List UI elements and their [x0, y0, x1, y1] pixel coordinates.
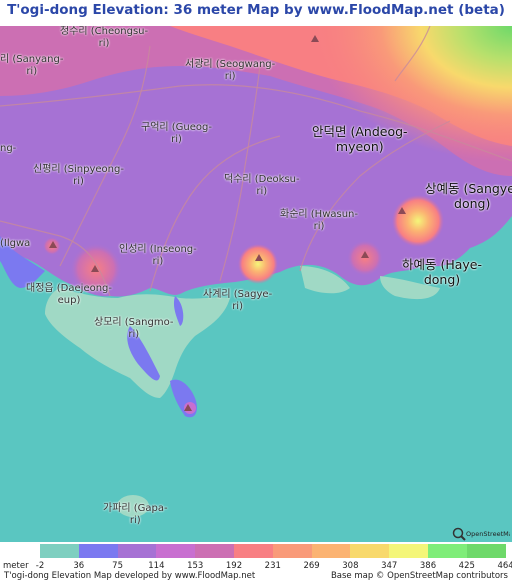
legend-swatch: [428, 544, 467, 558]
place-label-sagye: 사계리 (Sagye- ri): [203, 289, 273, 312]
legend-swatch: [466, 544, 506, 558]
legend-tick: 464: [497, 561, 512, 571]
place-label-ilgwa: (Ilgwa: [0, 238, 31, 249]
footer-attribution: Base map © OpenStreetMap contributors: [330, 571, 508, 581]
place-label-gapa: 가파리 (Gapa- ri): [103, 503, 168, 526]
footer-credit: T'ogi-dong Elevation Map developed by ww…: [4, 571, 256, 581]
osm-badge-text: OpenStreetMap: [466, 530, 510, 538]
place-label-sangmo: 상모리 (Sangmo- ri): [94, 317, 174, 340]
place-label-sangye: 상예동 (Sangye- dong): [425, 181, 512, 211]
legend-swatch: [195, 544, 235, 558]
place-label-deoksu: 덕수리 (Deoksu- ri): [224, 174, 300, 197]
legend-swatch: [311, 544, 351, 558]
legend-swatch: [350, 544, 390, 558]
legend-swatch: [156, 544, 196, 558]
legend-swatch: [117, 544, 157, 558]
northeast-highlands: [260, 26, 512, 196]
legend-tick: 231: [264, 561, 281, 571]
legend-tick: 269: [303, 561, 320, 571]
magnifier-icon: OpenStreetMap: [452, 527, 512, 541]
place-label-cheongsu: 청수리 (Cheongsu- ri): [60, 26, 149, 49]
legend-swatch: [234, 544, 273, 558]
legend-tick: 386: [419, 561, 437, 571]
place-label-sanyang: 리 (Sanyang- ri): [0, 54, 64, 77]
legend-tick: -2: [35, 561, 45, 571]
map-title: T'ogi-dong Elevation: 36 meter Map by ww…: [7, 2, 505, 18]
legend-swatch: [40, 544, 79, 558]
place-label-gueok: 구억리 (Gueog- ri): [141, 122, 212, 145]
legend-swatch: [78, 544, 118, 558]
place-label-inseong: 인성리 (Inseong- ri): [119, 244, 197, 267]
openstreetmap-badge[interactable]: OpenStreetMap: [452, 526, 512, 541]
legend-tick: 75: [112, 561, 123, 571]
legend-tick: 192: [225, 561, 243, 571]
legend-swatch: [389, 544, 429, 558]
header: T'ogi-dong Elevation: 36 meter Map by ww…: [0, 0, 512, 26]
place-label-haye: 하예동 (Haye- dong): [402, 257, 483, 287]
elevation-map[interactable]: 청수리 (Cheongsu- ri) 리 (Sanyang- ri) 서광리 (…: [0, 26, 512, 542]
legend-swatch: [272, 544, 312, 558]
legend-tick: 153: [187, 561, 204, 571]
legend-tick: 114: [148, 561, 165, 571]
legend-tick: 36: [73, 561, 85, 571]
legend-tick: 308: [342, 561, 359, 571]
legend-tick: 425: [458, 561, 475, 571]
legend-tick: 347: [381, 561, 398, 571]
hill-sagye: [238, 244, 278, 284]
place-label-hwasun: 화순리 (Hwasun- ri): [280, 209, 359, 232]
place-label-sinpyeong: 신평리 (Sinpyeong- ri): [33, 164, 124, 187]
place-label-andeok: 안덕면 (Andeog- myeon): [312, 124, 408, 154]
place-label-ng: ng-: [0, 143, 17, 154]
place-label-seogwang: 서광리 (Seogwang- ri): [185, 59, 276, 82]
elevation-legend: meter -2 36 75 114 153 192 231 269 308 347 386 425 4…: [0, 542, 512, 582]
place-label-daejeong: 대정읍 (Daejeong- eup): [26, 283, 113, 306]
